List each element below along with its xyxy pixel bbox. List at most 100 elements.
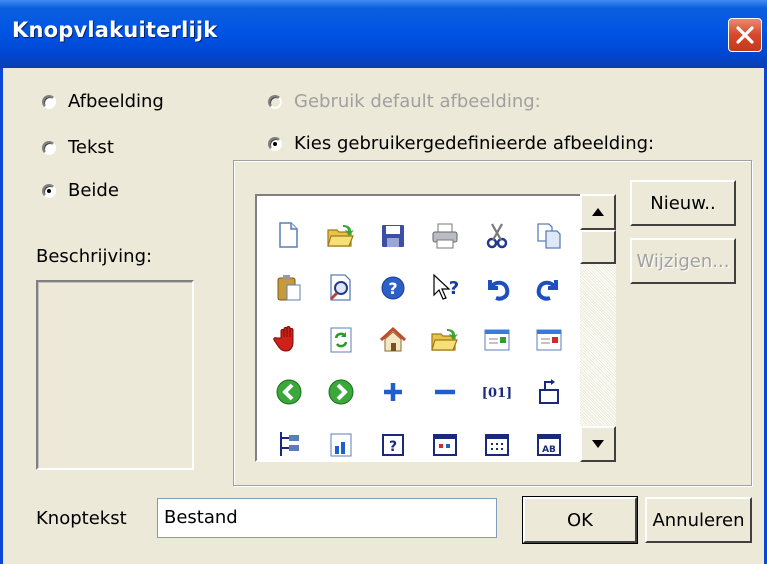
radio-label: Afbeelding bbox=[68, 91, 164, 112]
icon-cell[interactable]: ? bbox=[367, 262, 419, 314]
radio-label: Kies gebruikergedefinieerde afbeelding: bbox=[294, 133, 655, 154]
cut-scissors-icon bbox=[486, 223, 508, 249]
icon-cell[interactable] bbox=[263, 314, 315, 366]
svg-text:AB: AB bbox=[542, 445, 556, 455]
title-bar: Knopvlakuiterlijk bbox=[0, 0, 767, 68]
help-box-icon: ? bbox=[382, 434, 404, 456]
radio-circle bbox=[42, 94, 56, 109]
open-folder-icon bbox=[327, 225, 354, 247]
icon-grid: ?? [01]? AB bbox=[263, 210, 575, 460]
modify-button[interactable]: Wijzigen... bbox=[630, 238, 736, 284]
scroll-thumb[interactable] bbox=[580, 230, 616, 264]
redo-icon bbox=[536, 280, 558, 301]
radio-label: Tekst bbox=[68, 137, 114, 158]
icon-cell[interactable] bbox=[419, 366, 471, 418]
paste-clipboard-icon bbox=[277, 275, 301, 301]
radio-circle bbox=[42, 140, 56, 155]
icon-cell[interactable] bbox=[263, 366, 315, 418]
new-button[interactable]: Nieuw.. bbox=[630, 180, 736, 226]
svg-text:?: ? bbox=[449, 278, 459, 299]
scroll-up-button[interactable] bbox=[580, 194, 616, 230]
window-frame-left bbox=[0, 68, 3, 564]
svg-text:[01]: [01] bbox=[482, 386, 512, 401]
icon-cell[interactable] bbox=[419, 418, 471, 460]
icon-cell[interactable] bbox=[523, 366, 575, 418]
svg-text:?: ? bbox=[389, 439, 397, 455]
svg-text:?: ? bbox=[388, 279, 397, 298]
home-icon bbox=[379, 326, 407, 352]
icon-cell[interactable]: AB bbox=[523, 418, 575, 460]
close-icon bbox=[736, 26, 754, 44]
radio-circle-checked bbox=[268, 136, 282, 151]
icon-list[interactable]: ?? [01]? AB bbox=[255, 194, 616, 462]
radio-circle-checked bbox=[42, 183, 56, 198]
icon-cell[interactable] bbox=[315, 314, 367, 366]
ok-button[interactable]: OK bbox=[522, 496, 638, 544]
icon-cell[interactable] bbox=[471, 210, 523, 262]
form-icon bbox=[433, 434, 457, 456]
icon-cell[interactable] bbox=[419, 314, 471, 366]
description-box bbox=[36, 280, 194, 470]
icon-cell[interactable] bbox=[523, 210, 575, 262]
export-icon bbox=[539, 379, 559, 404]
button-text-input[interactable]: Bestand bbox=[157, 498, 497, 538]
icon-cell[interactable]: ? bbox=[367, 418, 419, 460]
icon-cell[interactable] bbox=[523, 314, 575, 366]
vertical-scrollbar[interactable] bbox=[580, 194, 616, 462]
icon-cell[interactable] bbox=[315, 210, 367, 262]
open-folder-icon bbox=[431, 329, 458, 351]
grid-icon bbox=[485, 434, 509, 456]
forward-arrow-icon bbox=[328, 379, 354, 405]
icon-cell[interactable] bbox=[367, 366, 419, 418]
plus-icon bbox=[384, 383, 402, 401]
radio-tekst[interactable]: Tekst bbox=[42, 137, 114, 158]
print-icon bbox=[432, 223, 458, 249]
icon-cell[interactable] bbox=[523, 262, 575, 314]
radio-circle bbox=[268, 94, 282, 109]
icon-cell[interactable] bbox=[471, 262, 523, 314]
text-field-icon: AB bbox=[537, 434, 561, 456]
document-chart-icon bbox=[330, 433, 352, 457]
icon-cell[interactable] bbox=[315, 418, 367, 460]
tree-icon bbox=[280, 432, 299, 456]
radio-default-image[interactable]: Gebruik default afbeelding: bbox=[268, 91, 541, 112]
icon-cell[interactable] bbox=[315, 366, 367, 418]
cancel-button[interactable]: Annuleren bbox=[645, 497, 752, 543]
icon-cell[interactable] bbox=[367, 210, 419, 262]
icon-cell[interactable] bbox=[471, 418, 523, 460]
icon-cell[interactable]: [01] bbox=[471, 366, 523, 418]
new-document-icon bbox=[279, 222, 298, 248]
refresh-icon bbox=[330, 327, 352, 353]
binary-icon: [01] bbox=[482, 386, 512, 401]
icon-cell[interactable] bbox=[263, 418, 315, 460]
back-arrow-icon bbox=[276, 379, 302, 405]
context-help-icon: ? bbox=[433, 273, 459, 300]
save-disk-icon bbox=[382, 225, 404, 247]
icon-cell[interactable] bbox=[419, 210, 471, 262]
print-preview-icon bbox=[329, 274, 351, 301]
arrow-up-icon bbox=[592, 208, 604, 216]
icon-cell[interactable] bbox=[263, 210, 315, 262]
icon-cell[interactable] bbox=[315, 262, 367, 314]
description-label: Beschrijving: bbox=[36, 246, 153, 267]
radio-label: Beide bbox=[68, 180, 119, 201]
undo-icon bbox=[488, 280, 510, 301]
radio-afbeelding[interactable]: Afbeelding bbox=[42, 91, 164, 112]
copy-icon bbox=[537, 223, 561, 249]
scroll-down-button[interactable] bbox=[580, 426, 616, 462]
icon-cell[interactable] bbox=[367, 314, 419, 366]
stop-hand-icon bbox=[273, 326, 294, 352]
icon-cell[interactable] bbox=[263, 262, 315, 314]
radio-custom-image[interactable]: Kies gebruikergedefinieerde afbeelding: bbox=[268, 133, 654, 154]
close-button[interactable] bbox=[728, 18, 762, 52]
minus-icon bbox=[435, 389, 455, 395]
icon-cell[interactable]: ? bbox=[419, 262, 471, 314]
button-text-label: Knoptekst bbox=[36, 508, 127, 529]
window-red-icon bbox=[536, 329, 562, 351]
radio-beide[interactable]: Beide bbox=[42, 180, 119, 201]
radio-label: Gebruik default afbeelding: bbox=[294, 91, 541, 112]
arrow-down-icon bbox=[592, 440, 604, 448]
window-green-icon bbox=[484, 329, 510, 351]
window-title: Knopvlakuiterlijk bbox=[12, 18, 218, 42]
icon-cell[interactable] bbox=[471, 314, 523, 366]
